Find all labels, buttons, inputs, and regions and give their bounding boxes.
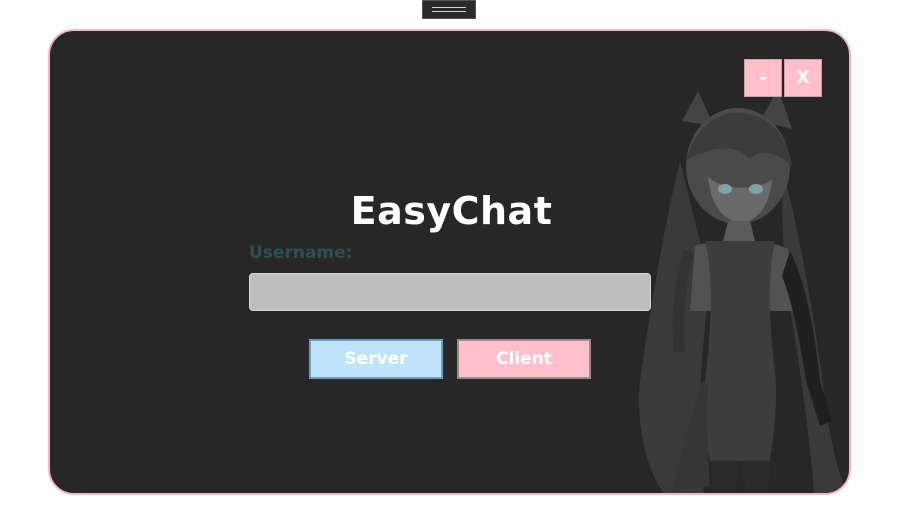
username-label: Username: xyxy=(249,243,353,263)
client-button[interactable]: Client xyxy=(457,339,591,379)
app-window: - X EasyChat Username: Server Client xyxy=(48,29,851,495)
close-button[interactable]: X xyxy=(784,59,822,97)
app-title: EasyChat xyxy=(350,189,553,233)
minimize-button[interactable]: - xyxy=(744,59,782,97)
server-button[interactable]: Server xyxy=(309,339,443,379)
drag-handle-line xyxy=(432,7,466,8)
username-input[interactable] xyxy=(249,273,651,311)
drag-handle-line xyxy=(432,11,466,12)
drag-handle[interactable] xyxy=(422,0,476,19)
